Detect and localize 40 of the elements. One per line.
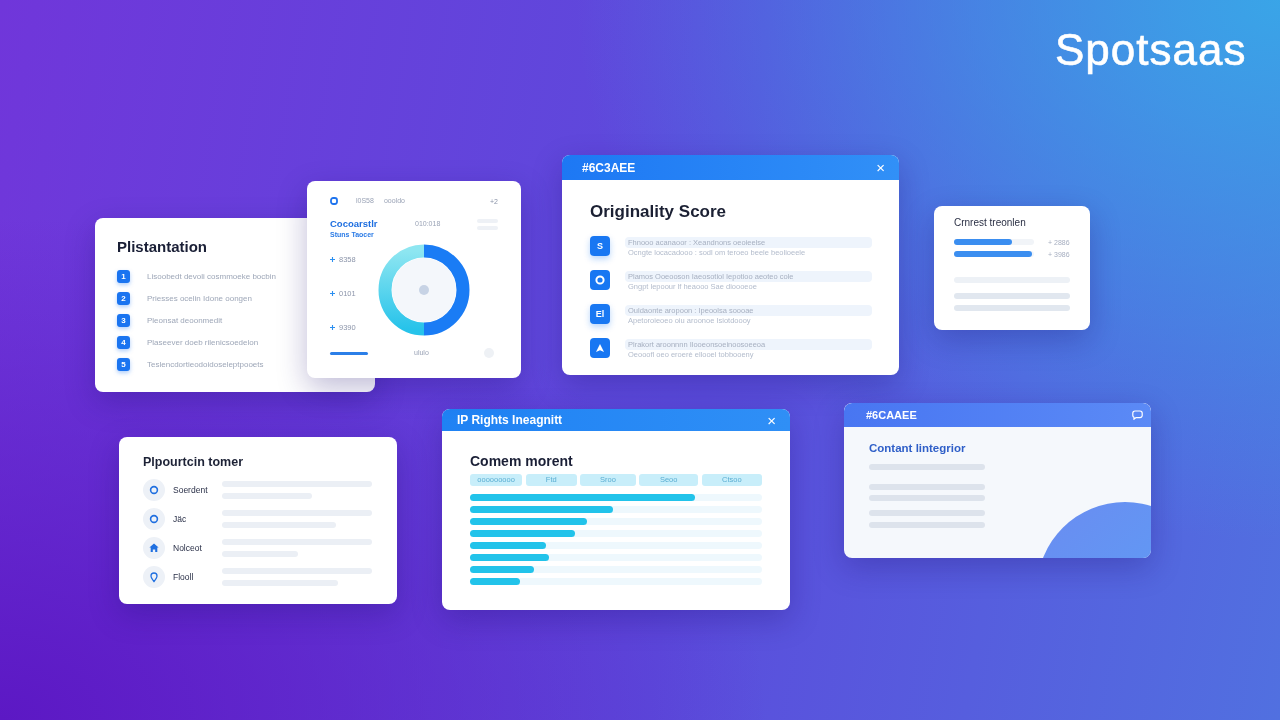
window-heading: Comem morent	[470, 453, 574, 470]
step-text: Plaseever doeb rilenicsoedelon	[147, 338, 259, 347]
contact-label: Flooll	[173, 572, 195, 582]
step-number: 2	[117, 292, 130, 305]
step-number: 5	[117, 358, 130, 371]
ring-icon	[143, 508, 165, 530]
contact-label: Nolceot	[173, 543, 203, 553]
letter-tile: S	[590, 236, 610, 256]
plus-icon	[330, 325, 335, 330]
plus-icon	[330, 291, 335, 296]
step-text: Priesses ocelin Idone oongen	[147, 294, 252, 303]
step-text: Lisoobedt devoli cosmmoeke bocbin	[147, 272, 276, 281]
window-heading: Originality Score	[590, 202, 728, 222]
window-title: IP Rights Ineagnitt	[457, 413, 563, 427]
step-number: 3	[117, 314, 130, 327]
close-button[interactable]: ×	[874, 160, 887, 175]
window-title: #6CAAEE	[866, 409, 917, 421]
step-text: Teslencdortieodoidoseleptpooets	[147, 360, 264, 369]
step-number: 4	[117, 336, 130, 349]
ring-icon	[590, 270, 610, 290]
window-title: #6C3AEE	[582, 160, 636, 175]
chat-icon[interactable]	[1132, 410, 1143, 420]
step-number: 1	[117, 270, 130, 283]
card-title: Plpourtcin tomer	[143, 455, 244, 470]
house-icon	[143, 537, 165, 559]
contact-label: Soerdent	[173, 485, 209, 495]
brand-logo: Spotsaas	[1055, 24, 1247, 76]
chart-title: Cocoarstlr	[330, 218, 378, 229]
ring-icon	[330, 197, 338, 205]
card-title: Plistantation	[117, 237, 208, 256]
contact-label: Jäc	[173, 514, 188, 524]
accent-bar	[330, 351, 368, 355]
ring-icon	[143, 479, 165, 501]
window-heading: Contant lintegrior	[869, 442, 966, 455]
plus-icon	[330, 257, 335, 262]
close-button[interactable]: ×	[765, 412, 778, 428]
card-title: Crnrest treonlen	[954, 217, 1027, 229]
pin-icon	[143, 566, 165, 588]
letter-tile: El	[590, 304, 610, 324]
step-text: Pleonsat deoonmedit	[147, 316, 223, 325]
